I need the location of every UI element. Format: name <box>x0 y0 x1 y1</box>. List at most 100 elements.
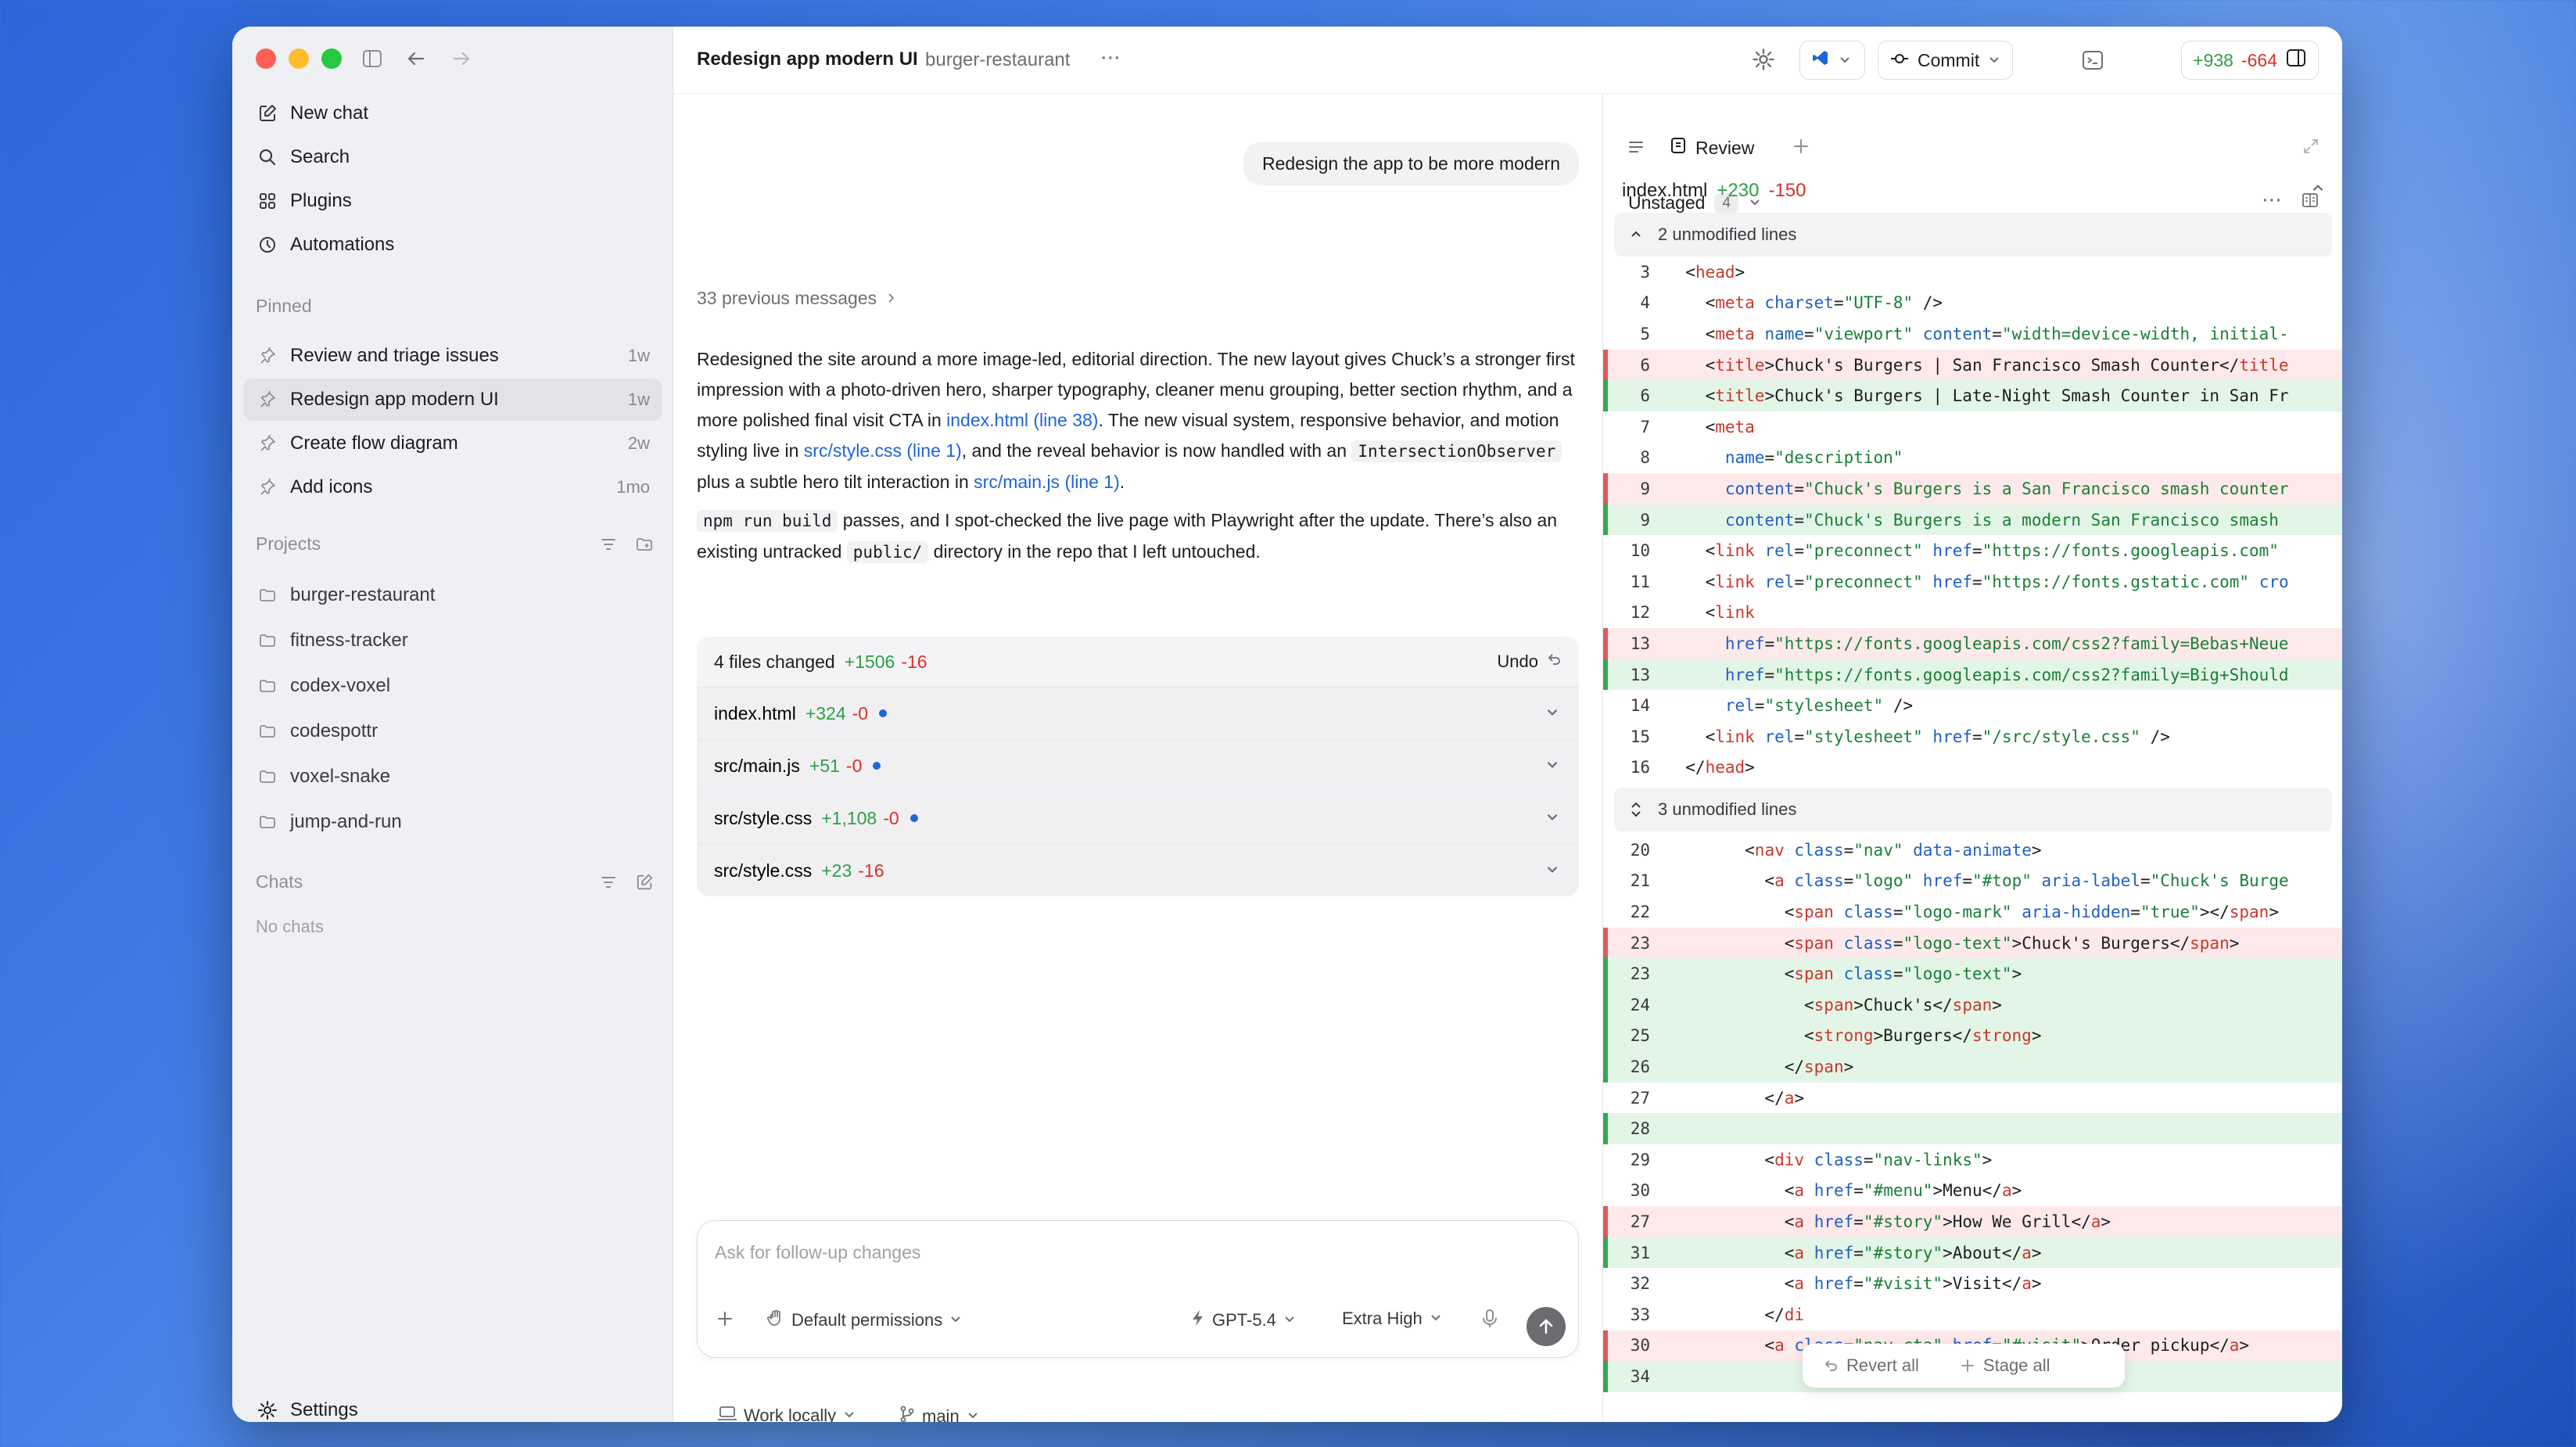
model-label: GPT-5.4 <box>1212 1310 1276 1330</box>
file-link-index[interactable]: index.html (line 38) <box>946 410 1098 430</box>
laptop-icon <box>717 1405 737 1422</box>
search-icon <box>256 145 279 169</box>
code-line: 7 <meta <box>1640 417 1755 436</box>
unmodified-lines-expander[interactable]: 3 unmodified lines <box>1614 788 2332 832</box>
unmodified-lines-label: 3 unmodified lines <box>1658 799 1797 820</box>
branch-dropdown[interactable]: main <box>899 1405 980 1422</box>
diff-stats-toggle[interactable]: +938 -664 <box>2181 41 2319 80</box>
forward-arrow-icon[interactable] <box>447 44 476 74</box>
new-folder-icon[interactable] <box>635 535 654 558</box>
permissions-dropdown[interactable]: Default permissions <box>766 1309 963 1332</box>
terminal-icon[interactable] <box>2081 48 2104 76</box>
changed-file-additions: +23 <box>821 860 852 881</box>
close-window-button[interactable] <box>256 48 276 69</box>
document-icon <box>1669 136 1688 160</box>
undo-button[interactable]: Undo <box>1497 652 1562 672</box>
assistant-message: Redesigned the site around a more image-… <box>697 344 1579 576</box>
changed-file-row[interactable]: src/style.css +23 -16 <box>697 844 1579 896</box>
minimize-window-button[interactable] <box>289 48 309 69</box>
compose-icon[interactable] <box>635 873 654 896</box>
file-link-style[interactable]: src/style.css (line 1) <box>804 440 962 461</box>
window-controls <box>256 48 342 69</box>
attach-button[interactable] <box>715 1309 735 1329</box>
list-icon[interactable] <box>1627 138 1645 160</box>
code-line-added: 25 <strong>Burgers</strong> <box>1603 1020 2342 1052</box>
settings-gear-icon[interactable] <box>1751 47 1776 76</box>
project-item[interactable]: codex-voxel <box>243 665 662 707</box>
pinned-label: Add icons <box>290 476 373 497</box>
clock-icon <box>256 233 279 257</box>
folder-icon <box>256 583 279 607</box>
zoom-window-button[interactable] <box>321 48 342 69</box>
code-line-removed: 23 <span class="logo-text">Chuck's Burge… <box>1603 927 2342 959</box>
changed-file-row[interactable]: index.html +324 -0 <box>697 687 1579 739</box>
back-arrow-icon[interactable] <box>401 44 431 74</box>
effort-dropdown[interactable]: Extra High <box>1342 1309 1443 1329</box>
pinned-item-flow-diagram[interactable]: Create flow diagram 2w <box>243 422 662 465</box>
text-span: . <box>1119 472 1125 492</box>
revert-all-label: Revert all <box>1846 1355 1919 1375</box>
project-item[interactable]: jump-and-run <box>243 801 662 843</box>
code-line: 33 </di <box>1630 1305 1805 1324</box>
user-message: Redesign the app to be more modern <box>1243 142 1579 185</box>
branch-label: main <box>922 1406 960 1422</box>
previous-messages-label: 33 previous messages <box>697 288 877 308</box>
changed-file-row[interactable]: src/main.js +51 -0 <box>697 739 1579 792</box>
settings-button[interactable]: Settings <box>243 1389 662 1422</box>
pinned-section-label: Pinned <box>256 296 312 316</box>
model-dropdown[interactable]: GPT-5.4 <box>1190 1309 1297 1332</box>
folder-icon <box>256 629 279 652</box>
changed-file-row[interactable]: src/style.css +1,108 -0 <box>697 792 1579 844</box>
assistant-paragraph: Redesigned the site around a more image-… <box>697 344 1579 497</box>
plugins-button[interactable]: Plugins <box>243 180 662 222</box>
pinned-item-redesign-ui[interactable]: Redesign app modern UI 1w <box>243 379 662 421</box>
code-line: 4 <meta charset="UTF-8" /> <box>1640 293 1943 313</box>
diff-file-header[interactable]: index.html +230 -150 <box>1622 180 2323 202</box>
pinned-item-review-triage[interactable]: Review and triage issues 1w <box>243 335 662 377</box>
app-window: New chat Search Plugins Automations Pinn… <box>232 27 2342 1422</box>
chevron-up-icon[interactable] <box>2310 180 2326 202</box>
project-label: jump-and-run <box>290 811 402 832</box>
pinned-age: 1w <box>627 390 650 409</box>
code-line: 8 name="description" <box>1640 448 1903 468</box>
chat-pane: Redesign app modern UI burger-restaurant… <box>673 27 2342 1422</box>
more-options-icon[interactable]: ⋯ <box>1100 45 1121 70</box>
project-item[interactable]: burger-restaurant <box>243 574 662 616</box>
expand-icon[interactable] <box>2302 138 2319 159</box>
assistant-paragraph: npm run build passes, and I spot-checked… <box>697 505 1579 568</box>
microphone-icon[interactable] <box>1481 1309 1498 1329</box>
filter-icon[interactable] <box>599 535 618 558</box>
more-options-icon[interactable]: ⋯ <box>2262 188 2282 212</box>
changed-file-name: src/style.css <box>714 860 813 881</box>
search-button[interactable]: Search <box>243 136 662 178</box>
commit-button[interactable]: Commit <box>1878 41 2014 80</box>
new-chat-button[interactable]: New chat <box>243 92 662 135</box>
undo-icon <box>1824 1360 1837 1371</box>
code-line: 10 <link rel="preconnect" href="https://… <box>1630 541 2279 561</box>
automations-button[interactable]: Automations <box>243 224 662 266</box>
editor-picker[interactable] <box>1799 41 1865 80</box>
unmodified-lines-expander[interactable]: 2 unmodified lines <box>1614 213 2332 257</box>
project-item[interactable]: codespottr <box>243 710 662 752</box>
code-line-removed: 9 content="Chuck's Burgers is a San Fran… <box>1603 473 2342 504</box>
follow-up-input[interactable] <box>715 1237 1559 1268</box>
stage-all-button[interactable]: Stage all <box>1939 1355 2071 1376</box>
diff-file-additions: +230 <box>1717 180 1760 201</box>
send-button[interactable] <box>1527 1307 1566 1346</box>
code-line-added: 6 <title>Chuck's Burgers | Late-Night Sm… <box>1603 380 2342 411</box>
sidebar-toggle-icon[interactable] <box>357 44 387 74</box>
filter-icon[interactable] <box>599 873 618 896</box>
add-tab-icon[interactable] <box>1791 136 1811 160</box>
project-item[interactable]: voxel-snake <box>243 756 662 798</box>
pinned-item-add-icons[interactable]: Add icons 1mo <box>243 466 662 508</box>
code-line-removed: 27 <a href="#story">How We Grill</a> <box>1603 1206 2342 1237</box>
work-mode-dropdown[interactable]: Work locally <box>717 1405 856 1422</box>
compose-icon <box>256 102 279 125</box>
project-item[interactable]: fitness-tracker <box>243 619 662 662</box>
previous-messages-link[interactable]: 33 previous messages <box>697 288 897 309</box>
code-line-added: 24 <span>Chuck's</span> <box>1603 989 2342 1021</box>
file-link-main[interactable]: src/main.js (line 1) <box>974 472 1120 492</box>
tab-review[interactable]: Review <box>1669 136 1754 160</box>
revert-all-button[interactable]: Revert all <box>1803 1355 1939 1376</box>
code-line: 14 rel="stylesheet" /> <box>1630 696 1914 716</box>
